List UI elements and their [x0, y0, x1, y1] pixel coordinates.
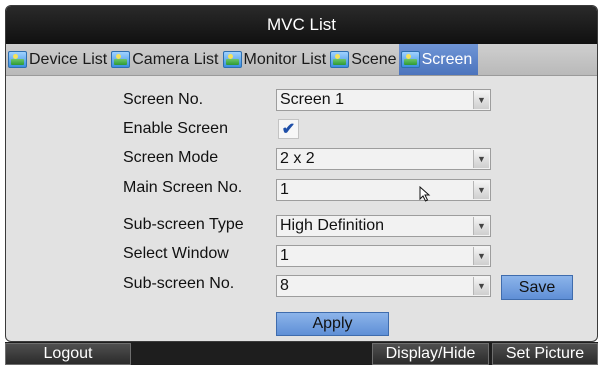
screen-mode-value: 2 x 2 — [280, 150, 315, 167]
select-window-select[interactable]: 1 ▼ — [276, 245, 491, 267]
sub-screen-type-value: High Definition — [280, 217, 385, 234]
tab-device-list[interactable]: Device List — [6, 44, 109, 75]
set-picture-button[interactable]: Set Picture — [492, 343, 598, 365]
tab-label: Device List — [29, 50, 108, 68]
scene-icon — [330, 51, 350, 68]
chevron-down-icon[interactable]: ▼ — [473, 277, 489, 295]
screen-mode-label: Screen Mode — [123, 149, 219, 166]
apply-button[interactable]: Apply — [276, 312, 389, 336]
window-title: MVC List — [6, 6, 597, 44]
main-screen-no-select[interactable]: 1 ▼ — [276, 179, 491, 201]
mouse-pointer-icon — [419, 186, 431, 202]
screen-no-value: Screen 1 — [280, 91, 345, 108]
screen-settings-form: Screen No. Screen 1 ▼ Enable Screen ✔ Sc… — [6, 76, 597, 341]
tab-screen[interactable]: Screen — [398, 44, 479, 75]
sub-screen-type-label: Sub-screen Type — [123, 216, 244, 233]
sub-screen-no-select[interactable]: 8 ▼ — [276, 275, 491, 297]
tab-label: Monitor List — [243, 50, 327, 68]
tab-scene[interactable]: Scene — [328, 44, 398, 75]
sub-screen-no-value: 8 — [280, 277, 289, 294]
main-screen-no-label: Main Screen No. — [123, 179, 243, 196]
select-window-value: 1 — [280, 247, 289, 264]
save-button[interactable]: Save — [501, 275, 573, 300]
monitor-list-icon — [222, 51, 242, 68]
main-screen-no-value: 1 — [280, 181, 289, 198]
device-list-icon — [8, 51, 27, 68]
tab-label: Scene — [351, 50, 397, 68]
bottom-toolbar: Logout Display/Hide Set Picture — [5, 342, 598, 365]
chevron-down-icon[interactable]: ▼ — [473, 150, 489, 168]
tab-label: Camera List — [132, 50, 219, 68]
display-hide-button[interactable]: Display/Hide — [372, 343, 489, 365]
enable-screen-checkbox[interactable]: ✔ — [278, 119, 299, 139]
screen-icon — [400, 51, 420, 68]
chevron-down-icon[interactable]: ▼ — [473, 217, 489, 235]
select-window-label: Select Window — [123, 245, 229, 262]
checkmark-icon: ✔ — [281, 121, 296, 138]
sub-screen-no-label: Sub-screen No. — [123, 275, 235, 292]
screen-no-label: Screen No. — [123, 91, 204, 108]
mvc-list-window: MVC List Device List Camera List Monitor… — [5, 5, 598, 342]
camera-list-icon — [111, 51, 131, 68]
tab-camera-list[interactable]: Camera List — [109, 44, 220, 75]
chevron-down-icon[interactable]: ▼ — [473, 181, 489, 199]
enable-screen-label: Enable Screen — [123, 120, 228, 137]
sub-screen-type-select[interactable]: High Definition ▼ — [276, 215, 491, 237]
tab-bar: Device List Camera List Monitor List Sce… — [6, 44, 597, 76]
screen-mode-select[interactable]: 2 x 2 ▼ — [276, 148, 491, 170]
screen-no-select[interactable]: Screen 1 ▼ — [276, 89, 491, 111]
chevron-down-icon[interactable]: ▼ — [473, 247, 489, 265]
tab-monitor-list[interactable]: Monitor List — [221, 44, 329, 75]
tab-label: Screen — [421, 50, 473, 68]
logout-button[interactable]: Logout — [5, 343, 131, 365]
chevron-down-icon[interactable]: ▼ — [473, 91, 489, 109]
